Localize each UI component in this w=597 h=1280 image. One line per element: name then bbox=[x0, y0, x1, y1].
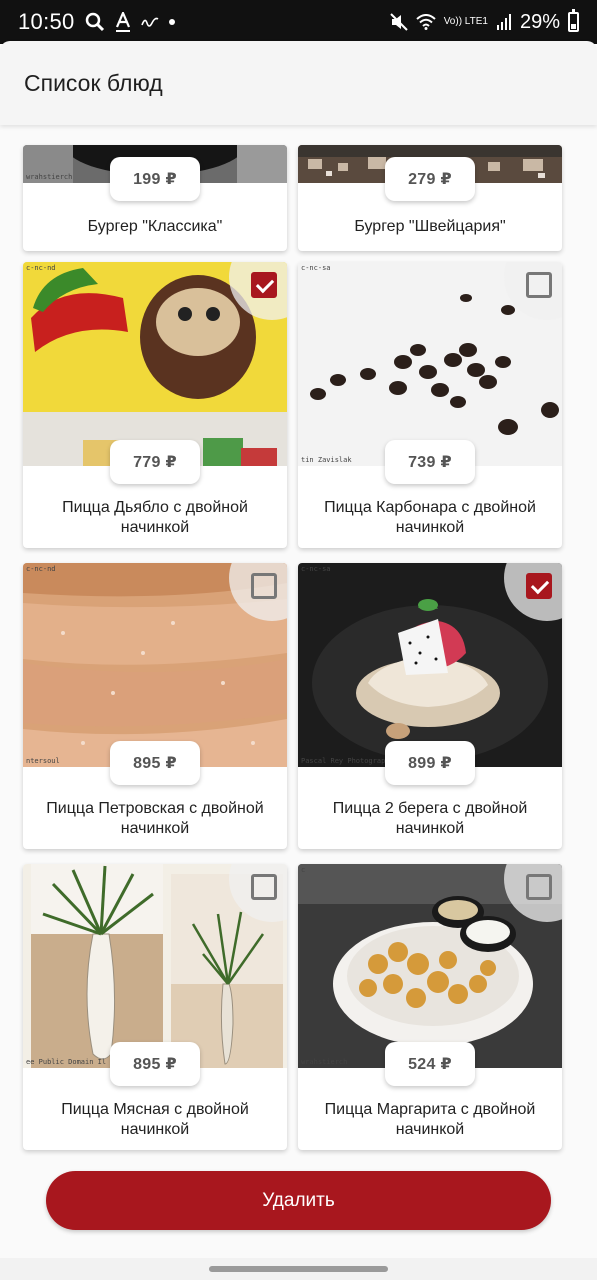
app-bar: Список блюд bbox=[0, 41, 597, 125]
dish-price: 199 ₽ bbox=[110, 157, 200, 201]
notification-dot-icon bbox=[168, 19, 175, 25]
signal-icon bbox=[496, 14, 511, 30]
search-icon bbox=[85, 12, 104, 32]
dish-card[interactable]: c-nc-sa tin Zavislak 739 ₽ Пицца Карбона… bbox=[298, 262, 562, 548]
dish-name: Пицца Карбонара с двойной начинкой bbox=[324, 499, 536, 536]
system-nav-bar bbox=[0, 1258, 597, 1280]
dish-price: 279 ₽ bbox=[385, 157, 475, 201]
wifi-icon bbox=[416, 14, 436, 30]
page-title: Список блюд bbox=[24, 69, 163, 96]
dish-price: 895 ₽ bbox=[110, 741, 200, 785]
dish-checkbox[interactable] bbox=[251, 874, 277, 900]
font-icon bbox=[115, 12, 130, 32]
dish-name: Пицца 2 берега с двойной начинкой bbox=[332, 800, 528, 837]
dish-checkbox[interactable] bbox=[251, 573, 277, 599]
dish-card[interactable]: c wrahstierch 524 ₽ Пицца Маргарита с дв… bbox=[298, 864, 562, 1150]
dish-name: Бургер "Классика" bbox=[87, 218, 223, 235]
battery-icon bbox=[568, 9, 579, 32]
dish-name: Бургер "Швейцария" bbox=[354, 218, 506, 235]
dish-checkbox[interactable] bbox=[526, 573, 552, 599]
battery-percent: 29% bbox=[519, 10, 560, 33]
dish-name: Пицца Петровская с двойной начинкой bbox=[46, 800, 264, 837]
home-handle[interactable] bbox=[209, 1266, 388, 1272]
dish-name: Пицца Маргарита с двойной начинкой bbox=[324, 1101, 536, 1138]
dish-card[interactable]: 279 ₽ Бургер "Швейцария" bbox=[298, 145, 562, 251]
dish-card[interactable]: ee Public Domain Il 895 ₽ Пицца Мясная с… bbox=[23, 864, 287, 1150]
status-time: 10:50 bbox=[18, 9, 75, 34]
dish-price: 899 ₽ bbox=[385, 741, 475, 785]
dish-card[interactable]: c-nc-nd ntersoul 895 ₽ Пицца Петровская … bbox=[23, 563, 287, 849]
handwriting-icon bbox=[140, 17, 159, 27]
dish-checkbox[interactable] bbox=[526, 874, 552, 900]
status-bar: 10:50 Vo)) LTE1 29% bbox=[0, 0, 597, 44]
dish-price: 524 ₽ bbox=[385, 1042, 475, 1086]
dish-grid[interactable]: wrahstierch 199 ₽ Бургер "Классика" 279 … bbox=[0, 125, 597, 1165]
dish-card[interactable]: wrahstierch 199 ₽ Бургер "Классика" bbox=[23, 145, 287, 251]
dish-name: Пицца Мясная с двойной начинкой bbox=[61, 1101, 249, 1138]
dish-price: 779 ₽ bbox=[110, 440, 200, 484]
dish-card[interactable]: c-nc-sa Pascal Rey Photograph 899 ₽ Пицц… bbox=[298, 563, 562, 849]
dish-name: Пицца Дьябло с двойной начинкой bbox=[62, 499, 248, 536]
bottom-action-bar: Удалить bbox=[0, 1165, 597, 1258]
dish-card[interactable]: c-nc-nd 779 ₽ Пицца Дьябло с двойной нач… bbox=[23, 262, 287, 548]
dish-checkbox[interactable] bbox=[251, 272, 277, 298]
dish-checkbox[interactable] bbox=[526, 272, 552, 298]
dish-price: 739 ₽ bbox=[385, 440, 475, 484]
dish-price: 895 ₽ bbox=[110, 1042, 200, 1086]
mute-icon bbox=[389, 13, 408, 31]
network-label: Vo)) LTE1 bbox=[443, 16, 488, 27]
delete-button[interactable]: Удалить bbox=[46, 1171, 551, 1230]
